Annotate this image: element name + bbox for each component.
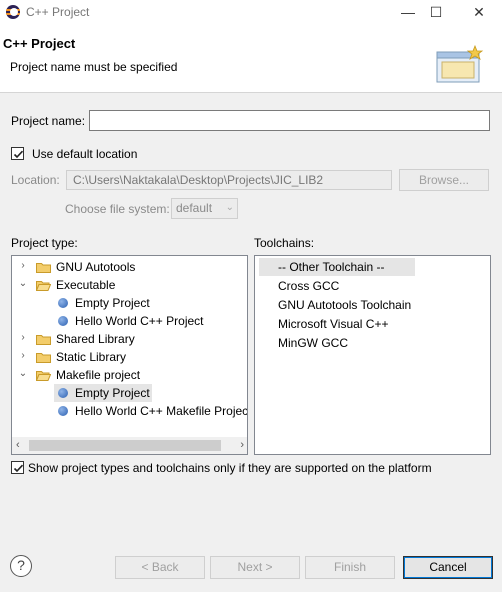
finish-button[interactable]: Finish bbox=[305, 556, 395, 579]
tree-item-label: Shared Library bbox=[56, 332, 135, 346]
scrollbar-thumb[interactable] bbox=[29, 440, 221, 451]
chevron-right-icon[interactable]: › bbox=[18, 260, 28, 272]
tree-item-shared-library[interactable]: › Shared Library bbox=[12, 330, 247, 348]
show-supported-checkbox[interactable] bbox=[11, 461, 24, 474]
project-type-tree[interactable]: › GNU Autotools ⌄ Executable Empty Proje… bbox=[11, 255, 248, 455]
chevron-right-icon[interactable]: › bbox=[18, 350, 28, 362]
title-bar: C++ Project — ☐ ✕ bbox=[0, 0, 502, 26]
new-project-wizard-icon bbox=[436, 44, 484, 83]
tree-item-label: Hello World C++ Project bbox=[75, 314, 204, 328]
toolchain-item-gnu-autotools[interactable]: GNU Autotools Toolchain bbox=[278, 296, 411, 314]
folder-icon bbox=[36, 335, 51, 345]
chevron-down-icon[interactable]: ⌄ bbox=[18, 278, 28, 290]
folder-icon bbox=[36, 353, 51, 363]
project-template-icon bbox=[58, 388, 68, 398]
chevron-right-icon[interactable]: › bbox=[18, 332, 28, 344]
tree-item-makefile-empty-project[interactable]: Empty Project bbox=[12, 384, 247, 402]
tree-item-label: Empty Project bbox=[75, 296, 150, 310]
tree-item-label: GNU Autotools bbox=[56, 260, 136, 274]
scroll-right-icon[interactable]: › bbox=[240, 439, 244, 451]
tree-item-label: Executable bbox=[56, 278, 116, 292]
show-supported-label: Show project types and toolchains only i… bbox=[28, 461, 432, 475]
project-template-icon bbox=[58, 406, 68, 416]
file-system-value: default bbox=[176, 201, 213, 215]
toolchain-item-msvc[interactable]: Microsoft Visual C++ bbox=[278, 315, 389, 333]
tree-item-label: Hello World C++ Makefile Project bbox=[75, 404, 248, 418]
folder-open-icon bbox=[36, 281, 51, 291]
back-button[interactable]: < Back bbox=[115, 556, 205, 579]
tree-item-makefile-project[interactable]: ⌄ Makefile project bbox=[12, 366, 247, 384]
checkmark-icon bbox=[13, 150, 24, 159]
tree-item-label: Empty Project bbox=[75, 386, 150, 400]
file-system-select[interactable]: default ⌄ bbox=[171, 198, 238, 219]
horizontal-scrollbar[interactable]: ‹ › bbox=[12, 437, 247, 454]
tree-item-label: Static Library bbox=[56, 350, 127, 364]
project-name-input[interactable] bbox=[89, 110, 490, 131]
folder-open-icon bbox=[36, 371, 51, 381]
eclipse-icon bbox=[6, 5, 20, 19]
project-template-icon bbox=[58, 316, 68, 326]
cancel-button[interactable]: Cancel bbox=[403, 556, 493, 579]
tree-item-gnu-autotools[interactable]: › GNU Autotools bbox=[12, 258, 247, 276]
help-icon[interactable]: ? bbox=[10, 555, 32, 577]
project-type-label: Project type: bbox=[11, 236, 78, 250]
window-title: C++ Project bbox=[26, 5, 90, 19]
tree-item-static-library[interactable]: › Static Library bbox=[12, 348, 247, 366]
tree-item-hello-world-cpp[interactable]: Hello World C++ Project bbox=[12, 312, 247, 330]
chevron-down-icon[interactable]: ⌄ bbox=[18, 368, 28, 380]
folder-icon bbox=[36, 263, 51, 273]
chevron-down-icon: ⌄ bbox=[225, 202, 234, 213]
maximize-button[interactable]: ☐ bbox=[413, 0, 459, 26]
tree-item-label: Makefile project bbox=[56, 368, 141, 382]
use-default-location-label: Use default location bbox=[32, 147, 138, 161]
checkmark-icon bbox=[13, 464, 24, 473]
toolchain-item-cross-gcc[interactable]: Cross GCC bbox=[278, 277, 339, 295]
choose-file-system-label: Choose file system: bbox=[65, 202, 170, 216]
project-template-icon bbox=[58, 298, 68, 308]
browse-button[interactable]: Browse... bbox=[399, 169, 489, 191]
close-button[interactable]: ✕ bbox=[456, 0, 502, 26]
tree-item-executable-empty-project[interactable]: Empty Project bbox=[12, 294, 247, 312]
tree-item-hello-world-makefile[interactable]: Hello World C++ Makefile Project bbox=[12, 402, 248, 420]
toolchains-list[interactable]: -- Other Toolchain -- Cross GCC GNU Auto… bbox=[254, 255, 491, 455]
toolchain-item-other[interactable]: -- Other Toolchain -- bbox=[259, 258, 415, 276]
use-default-location-checkbox[interactable] bbox=[11, 147, 24, 160]
banner-title: C++ Project bbox=[3, 36, 76, 51]
toolchain-item-mingw-gcc[interactable]: MinGW GCC bbox=[278, 334, 348, 352]
toolchains-label: Toolchains: bbox=[254, 236, 315, 250]
tree-item-executable[interactable]: ⌄ Executable bbox=[12, 276, 247, 294]
scroll-left-icon[interactable]: ‹ bbox=[16, 439, 20, 451]
banner-message: Project name must be specified bbox=[10, 60, 178, 74]
next-button[interactable]: Next > bbox=[210, 556, 300, 579]
location-input[interactable]: C:\Users\Naktakala\Desktop\Projects\JIC_… bbox=[66, 170, 392, 190]
wizard-banner: C++ Project Project name must be specifi… bbox=[0, 26, 502, 93]
location-label: Location: bbox=[11, 173, 60, 187]
project-name-label: Project name: bbox=[11, 114, 86, 128]
